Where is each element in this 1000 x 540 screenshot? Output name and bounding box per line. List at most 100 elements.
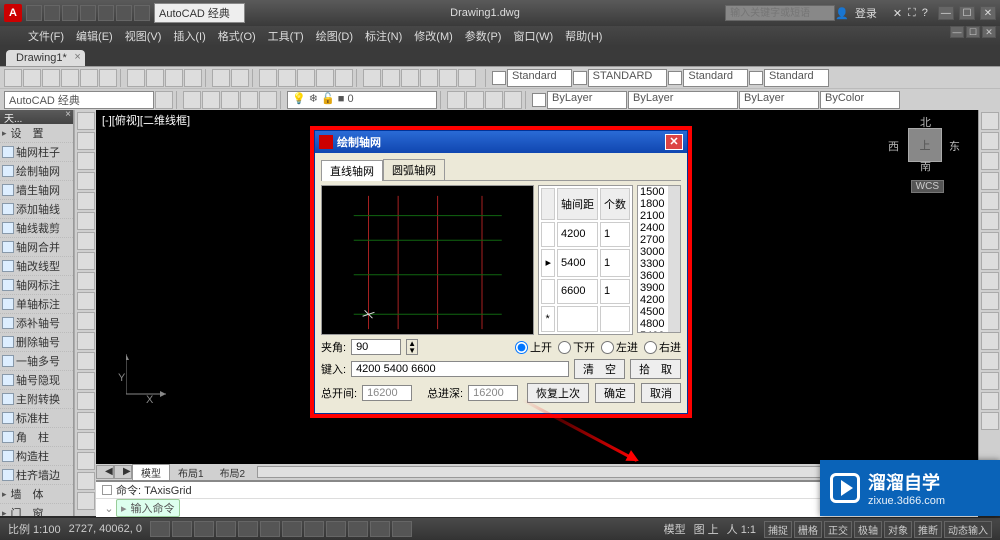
grid-toggle[interactable]	[172, 521, 192, 537]
layer-select[interactable]: 💡 ❄ 🔓 ■ 0	[287, 91, 437, 109]
qat-print-icon[interactable]	[98, 5, 114, 21]
text-icon[interactable]	[77, 472, 95, 490]
keyin-input[interactable]	[351, 361, 569, 377]
cloud-icon[interactable]: ⛶	[908, 7, 916, 20]
new-icon[interactable]	[4, 69, 22, 87]
otrack-toggle[interactable]	[260, 521, 280, 537]
palette-group[interactable]: ▸设 置	[0, 124, 73, 143]
doc-minimize-button[interactable]: —	[950, 26, 964, 38]
sc-toggle[interactable]	[348, 521, 368, 537]
clear-button[interactable]: 清 空	[574, 359, 625, 379]
circle-icon[interactable]	[77, 232, 95, 250]
menu-window[interactable]: 窗口(W)	[509, 28, 557, 44]
angle-spinner[interactable]: ▲▼	[406, 339, 418, 355]
workspace-selector[interactable]: AutoCAD 经典	[154, 3, 245, 23]
textstyle-icon[interactable]	[492, 71, 506, 85]
mode-toggle[interactable]: 捕捉	[764, 521, 792, 538]
polyline-icon[interactable]	[77, 152, 95, 170]
wsset-icon[interactable]	[155, 91, 173, 109]
plotstyle-select[interactable]: ByColor	[820, 91, 900, 109]
block-icon[interactable]	[77, 352, 95, 370]
palette-item[interactable]: 轴改线型	[0, 257, 73, 276]
tpy-toggle[interactable]	[370, 521, 390, 537]
cmd-chevron-icon[interactable]: ⌄	[102, 502, 116, 515]
construction-line-icon[interactable]	[77, 132, 95, 150]
snap-toggle[interactable]	[150, 521, 170, 537]
layerfrz-icon[interactable]	[221, 91, 239, 109]
maximize-button[interactable]: ☐	[959, 6, 975, 20]
mode-toggle[interactable]: 栅格	[794, 521, 822, 538]
annotation-scale[interactable]: 比例 1:100	[8, 521, 61, 537]
redo-icon[interactable]	[231, 69, 249, 87]
layermgr-icon[interactable]	[259, 91, 277, 109]
props-icon[interactable]	[363, 69, 381, 87]
minimize-button[interactable]: —	[938, 6, 954, 20]
pan-icon[interactable]	[259, 69, 277, 87]
line-icon[interactable]	[77, 112, 95, 130]
save-icon[interactable]	[42, 69, 60, 87]
layeroff-icon[interactable]	[202, 91, 220, 109]
colorswatch-icon[interactable]	[532, 93, 546, 107]
doc-restore-button[interactable]: ☐	[966, 26, 980, 38]
palette-item[interactable]: 轴网标注	[0, 276, 73, 295]
viewcube-face[interactable]: 上	[908, 128, 942, 162]
tab-layout1[interactable]: 布局1	[170, 465, 212, 480]
revcloud-icon[interactable]	[77, 252, 95, 270]
copy-icon[interactable]	[146, 69, 164, 87]
dc-icon[interactable]	[382, 69, 400, 87]
palette-item[interactable]: 主附转换	[0, 390, 73, 409]
menu-edit[interactable]: 编辑(E)	[72, 28, 117, 44]
command-input[interactable]: 输入命令	[116, 499, 180, 517]
zoom-icon[interactable]	[278, 69, 296, 87]
menu-dim[interactable]: 标注(N)	[361, 28, 406, 44]
ellipse-icon[interactable]	[77, 292, 95, 310]
menu-file[interactable]: 文件(F)	[24, 28, 68, 44]
palette-item[interactable]: 添加轴线	[0, 200, 73, 219]
table-icon[interactable]	[77, 452, 95, 470]
app-logo[interactable]: A	[4, 4, 22, 22]
layerwalk-icon[interactable]	[504, 91, 522, 109]
undo-icon[interactable]	[212, 69, 230, 87]
mode-toggle[interactable]: 对象	[884, 521, 912, 538]
fillet-icon[interactable]	[981, 392, 999, 410]
viewcube-west[interactable]: 西	[888, 138, 899, 154]
viewcube[interactable]: 北 南 西 东 上	[894, 114, 954, 174]
cmd-handle-icon[interactable]	[102, 485, 112, 495]
tablestyle-select[interactable]: Standard	[683, 69, 748, 87]
infocenter-icon[interactable]: 👤	[835, 7, 849, 20]
workspace-select[interactable]: AutoCAD 经典	[4, 91, 154, 109]
offset-icon[interactable]	[981, 172, 999, 190]
copy-icon[interactable]	[981, 132, 999, 150]
stretch-icon[interactable]	[981, 272, 999, 290]
table-row[interactable]: 42001	[541, 222, 630, 248]
mleaderstyle-icon[interactable]	[749, 71, 763, 85]
palette-title[interactable]: 天...	[0, 110, 73, 124]
preset-listbox[interactable]: 1500180021002400270030003300360039004200…	[637, 185, 681, 333]
angle-input[interactable]	[351, 339, 401, 355]
dimstyle-icon[interactable]	[573, 71, 587, 85]
break-icon[interactable]	[981, 332, 999, 350]
mirror-icon[interactable]	[981, 152, 999, 170]
open-icon[interactable]	[23, 69, 41, 87]
qat-undo-icon[interactable]	[116, 5, 132, 21]
move-icon[interactable]	[981, 212, 999, 230]
arc-icon[interactable]	[77, 212, 95, 230]
mleaderstyle-select[interactable]: Standard	[764, 69, 829, 87]
qat-redo-icon[interactable]	[134, 5, 150, 21]
login-link[interactable]: 登录	[855, 5, 877, 21]
mode-toggle[interactable]: 极轴	[854, 521, 882, 538]
tablestyle-icon[interactable]	[668, 71, 682, 85]
paste-icon[interactable]	[165, 69, 183, 87]
textstyle-select[interactable]: Standard	[507, 69, 572, 87]
direction-radio[interactable]: 左进	[601, 339, 638, 355]
palette-group[interactable]: ▸门 窗	[0, 504, 73, 516]
zoomwin-icon[interactable]	[297, 69, 315, 87]
restore-button[interactable]: 恢复上次	[527, 383, 589, 403]
scale-readout[interactable]: 人 1:1	[727, 521, 756, 537]
menu-draw[interactable]: 绘图(D)	[312, 28, 357, 44]
table-row[interactable]: ▸54001	[541, 249, 630, 276]
rotate-icon[interactable]	[981, 232, 999, 250]
viewport-label[interactable]: [-][俯视][二维线框]	[102, 112, 190, 128]
menu-param[interactable]: 参数(P)	[461, 28, 506, 44]
layermatch-icon[interactable]	[485, 91, 503, 109]
